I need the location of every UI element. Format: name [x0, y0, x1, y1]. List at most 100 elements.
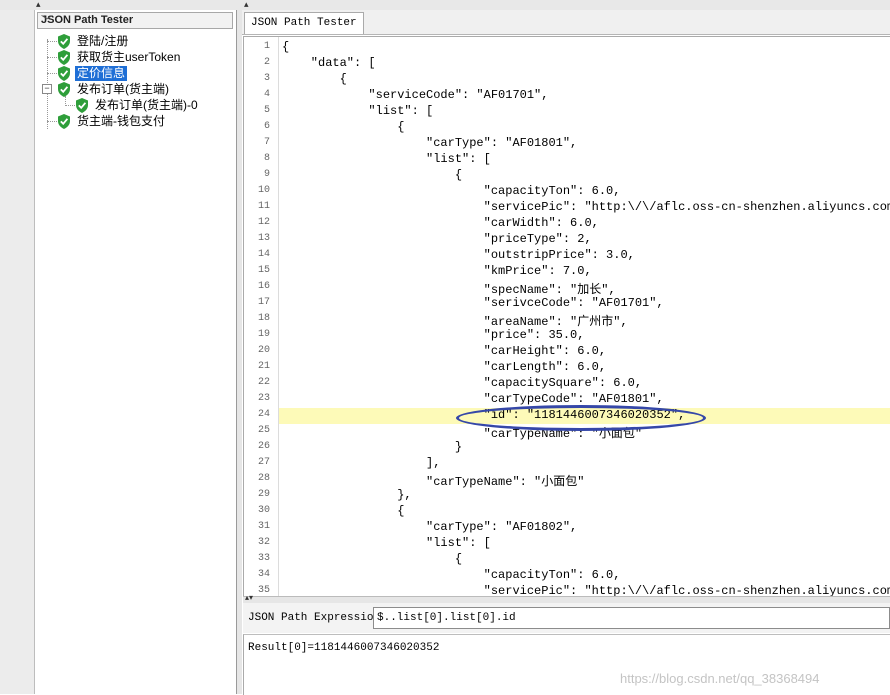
line-number: 9 [263, 169, 270, 180]
line-number: 23 [257, 393, 270, 404]
tree-item-label: 登陆/注册 [77, 34, 129, 48]
line-number: 2 [263, 57, 270, 68]
line-number: 26 [257, 441, 270, 452]
line-number: 18 [257, 313, 270, 324]
tree-item-label: 货主端-钱包支付 [77, 114, 165, 128]
code-line: "data": [ [282, 56, 376, 70]
line-number: 6 [263, 121, 270, 132]
code-line: "specName": "加长", [282, 283, 616, 297]
tree-item-label: 发布订单(货主端)-0 [95, 98, 198, 112]
watermark: https://blog.csdn.net/qq_38368494 [620, 671, 820, 686]
line-number: 21 [257, 361, 270, 372]
line-number: 32 [257, 537, 270, 548]
collapse-arrow-icon[interactable]: ▴▾ [245, 593, 253, 602]
line-number: 17 [257, 297, 270, 308]
code-line: "serivceCode": "AF01701", [282, 296, 664, 310]
line-number: 33 [257, 553, 270, 564]
line-number: 22 [257, 377, 270, 388]
line-number: 31 [257, 521, 270, 532]
code-line: "priceType": 2, [282, 232, 592, 246]
collapse-tree-node-icon[interactable]: − [42, 84, 52, 94]
code-line: "capacitySquare": 6.0, [282, 376, 643, 390]
collapse-arrow-icon[interactable]: ▴ [36, 0, 41, 10]
json-response-editor[interactable]: 1 2 3 4 5 6 7 8 9 10 11 12 13 14 15 16 17 18 19 20 21 22 23 24 2… [243, 36, 890, 597]
line-number: 16 [257, 281, 270, 292]
test-plan-tree-panel: JSON Path Tester ﹀ − 登陆/注册 获取货主userToken… [35, 10, 237, 694]
line-number: 4 [263, 89, 270, 100]
tab-json-path-tester[interactable]: JSON Path Tester [244, 12, 364, 34]
line-number: 15 [257, 265, 270, 276]
code-line: { [282, 72, 347, 86]
code-line: "areaName": "广州市", [282, 315, 628, 329]
collapse-arrow-icon[interactable]: ▴ [244, 0, 249, 10]
code-line: "carType": "AF01801", [282, 136, 578, 150]
line-number: 5 [263, 105, 270, 116]
line-number: 25 [257, 425, 270, 436]
green-shield-check-icon [58, 34, 70, 49]
code-line: "servicePic": "http:\/\/aflc.oss-cn-shen… [282, 200, 890, 214]
code-line: "carTypeCode": "AF01801", [282, 392, 664, 406]
code-line: ], [282, 456, 441, 470]
line-number: 3 [263, 73, 270, 84]
code-line: "list": [ [282, 152, 491, 166]
tree-connector [47, 41, 57, 42]
code-line: { [282, 168, 463, 182]
green-shield-check-icon [58, 50, 70, 65]
code-line: }, [282, 488, 412, 502]
line-number: 10 [257, 185, 270, 196]
code-line: "kmPrice": 7.0, [282, 264, 592, 278]
tree-connector [47, 57, 57, 58]
json-path-expression-row: JSON Path Expression $..list[0].list[0].… [243, 603, 890, 633]
line-number: 8 [263, 153, 270, 164]
vertical-splitter[interactable] [237, 10, 242, 694]
line-number: 1 [263, 41, 270, 52]
line-number: 13 [257, 233, 270, 244]
json-path-expression-input[interactable]: $..list[0].list[0].id [373, 607, 890, 629]
line-number: 7 [263, 137, 270, 148]
code-line: "price": 35.0, [282, 328, 585, 342]
chevron-down-icon[interactable]: ﹀ [41, 12, 229, 29]
code-line: "capacityTon": 6.0, [282, 184, 621, 198]
line-number-gutter: 1 2 3 4 5 6 7 8 9 10 11 12 13 14 15 16 17 18 19 20 21 22 23 24 2… [244, 37, 279, 597]
result-text: Result[0]=1181446007346020352 [248, 642, 440, 654]
code-line: "capacityTon": 6.0, [282, 568, 621, 582]
line-number: 14 [257, 249, 270, 260]
code-line: "carWidth": 6.0, [282, 216, 599, 230]
line-number: 24 [257, 409, 270, 420]
green-shield-check-icon [58, 82, 70, 97]
viewer-tab-bar: JSON Path Tester [242, 10, 890, 35]
code-line: "list": [ [282, 104, 434, 118]
line-number: 35 [257, 585, 270, 596]
line-number: 12 [257, 217, 270, 228]
expression-label: JSON Path Expression [248, 612, 381, 624]
tree-item-label: 定价信息 [75, 66, 128, 81]
green-shield-check-icon [58, 114, 70, 129]
code-line: "list": [ [282, 536, 491, 550]
green-shield-check-icon [58, 66, 70, 81]
line-number: 30 [257, 505, 270, 516]
tree-item-label: 获取货主userToken [77, 50, 181, 64]
tree-connector [47, 73, 57, 74]
tree-panel-header[interactable]: JSON Path Tester ﹀ [37, 12, 233, 29]
code-line: { [282, 40, 290, 54]
line-number: 34 [257, 569, 270, 580]
line-number: 20 [257, 345, 270, 356]
horizontal-splitter[interactable]: ▴▾ [243, 593, 890, 603]
code-line: "outstripPrice": 3.0, [282, 248, 635, 262]
line-number: 27 [257, 457, 270, 468]
code-line: { [282, 552, 463, 566]
tree-item-label: 发布订单(货主端) [77, 82, 169, 96]
code-line: "carTypeName": "小面包" [282, 475, 585, 489]
line-number: 11 [257, 201, 270, 212]
tree-connector [47, 121, 57, 122]
annotation-ellipse [456, 405, 706, 431]
line-number: 29 [257, 489, 270, 500]
tree-connector [65, 105, 75, 106]
green-shield-check-icon [76, 98, 88, 113]
code-line: "carType": "AF01802", [282, 520, 578, 534]
code-line: } [282, 440, 463, 454]
code-line: { [282, 120, 405, 134]
code-line: "carHeight": 6.0, [282, 344, 607, 358]
code-line: "serviceCode": "AF01701", [282, 88, 549, 102]
code-line: "carLength": 6.0, [282, 360, 607, 374]
